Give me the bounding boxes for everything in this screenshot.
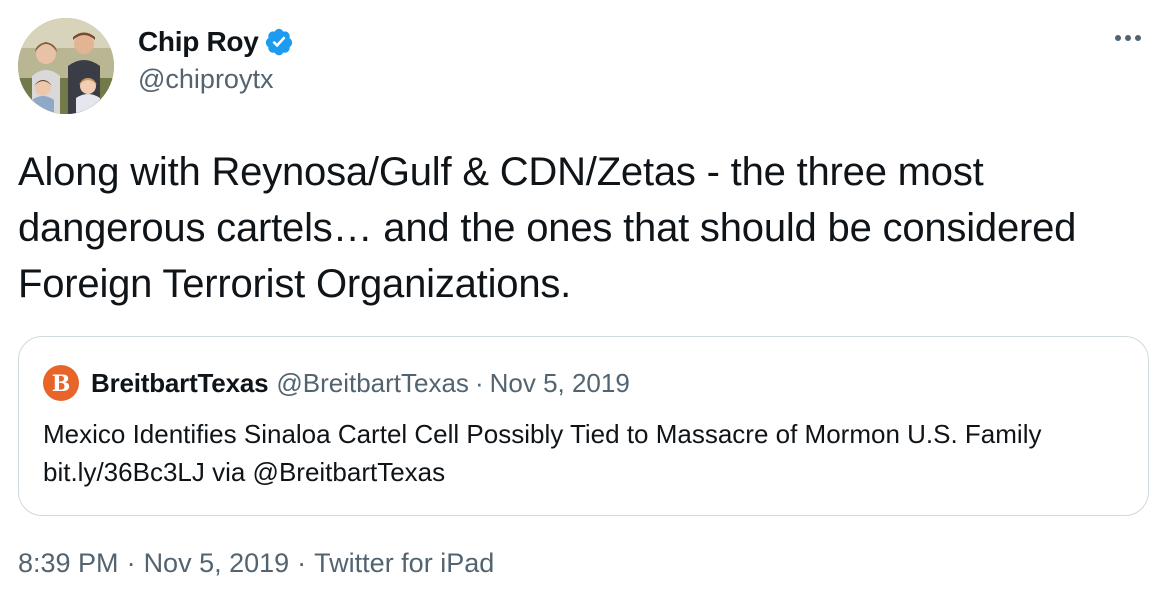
quoted-tweet-text: Mexico Identifies Sinaloa Cartel Cell Po… xyxy=(43,419,1042,487)
profile-photo-icon xyxy=(18,18,114,114)
breitbart-logo-icon[interactable]: B xyxy=(43,365,79,401)
tweet-source[interactable]: Twitter for iPad xyxy=(314,548,494,579)
quoted-handle: @BreitbartTexas xyxy=(276,367,469,398)
author-handle[interactable]: @chiproytx xyxy=(138,64,294,95)
ellipsis-icon xyxy=(1115,35,1141,41)
author-display-name[interactable]: Chip Roy xyxy=(138,26,259,58)
quoted-tweet[interactable]: B BreitbartTexas @BreitbartTexas · Nov 5… xyxy=(18,336,1149,516)
meta-separator: · xyxy=(126,548,136,578)
tweet-meta: 8:39 PM · Nov 5, 2019 · Twitter for iPad xyxy=(18,548,494,579)
meta-separator: · xyxy=(297,548,307,578)
tweet-card: Chip Roy @chiproytx Along with Reynosa/G… xyxy=(0,0,1168,612)
quoted-display-name: BreitbartTexas xyxy=(91,367,269,398)
author-block: Chip Roy @chiproytx xyxy=(138,22,294,95)
tweet-text: Along with Reynosa/Gulf & CDN/Zetas - th… xyxy=(18,150,1077,306)
quoted-separator: · xyxy=(474,367,484,398)
author-avatar[interactable] xyxy=(18,18,114,114)
verified-badge-icon xyxy=(266,28,293,56)
tweet-time[interactable]: 8:39 PM xyxy=(18,548,119,579)
more-options-button[interactable] xyxy=(1110,24,1146,52)
tweet-date[interactable]: Nov 5, 2019 xyxy=(144,548,290,579)
quoted-tweet-header: B BreitbartTexas @BreitbartTexas · Nov 5… xyxy=(43,363,630,403)
svg-text:B: B xyxy=(52,371,71,397)
quoted-date: Nov 5, 2019 xyxy=(489,367,630,398)
